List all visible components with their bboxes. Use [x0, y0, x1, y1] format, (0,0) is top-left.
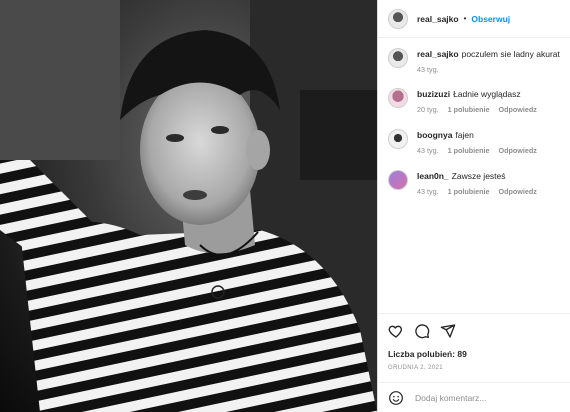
comment-age[interactable]: 20 tyg.	[417, 104, 439, 116]
caption-body: real_sajko poczulem sie ladny akurat 43 t…	[417, 48, 560, 76]
comment-input[interactable]	[413, 391, 557, 404]
header-separator: •	[463, 14, 467, 23]
comment-likes[interactable]: 1 polubienie	[448, 145, 490, 157]
post-modal: real_sajko • Obserwuj real_sajko poczulem…	[0, 0, 570, 412]
author-username[interactable]: real_sajko	[417, 14, 459, 24]
post-photo-artwork	[0, 0, 377, 412]
caption-text: poczulem sie ladny akurat	[461, 49, 560, 59]
comment-avatar[interactable]	[388, 129, 408, 149]
comment-likes[interactable]: 1 polubienie	[448, 104, 490, 116]
comment-body: buzizuzi Ładnie wyglądasz 20 tyg. 1 polub…	[417, 88, 537, 116]
comment-meta: 20 tyg. 1 polubienie Odpowiedz	[417, 104, 537, 116]
comment-username[interactable]: lean0n_	[417, 171, 449, 181]
comment-text: Zawsze jesteś	[451, 171, 506, 181]
caption-row: real_sajko poczulem sie ladny akurat 43 t…	[388, 48, 560, 76]
comment-row: boognya fajen 43 tyg. 1 polubienie Odpowi…	[388, 129, 560, 157]
comment-username[interactable]: boognya	[417, 130, 452, 140]
comment-meta: 43 tyg. 1 polubienie Odpowiedz	[417, 145, 537, 157]
follow-button[interactable]: Obserwuj	[471, 14, 510, 24]
comment-meta: 43 tyg. 1 polubienie Odpowiedz	[417, 186, 537, 198]
comment-username[interactable]: buzizuzi	[417, 89, 450, 99]
comment-age[interactable]: 43 tyg.	[417, 186, 439, 198]
post-header: real_sajko • Obserwuj	[378, 0, 570, 38]
comment-likes[interactable]: 1 polubienie	[448, 186, 490, 198]
action-icons	[388, 322, 561, 339]
share-icon[interactable]	[440, 323, 456, 339]
heart-icon[interactable]	[388, 323, 404, 339]
comment-age[interactable]: 43 tyg.	[417, 145, 439, 157]
likes-count[interactable]: Liczba polubień: 89	[388, 349, 561, 359]
comments-panel: real_sajko • Obserwuj real_sajko poczulem…	[377, 0, 570, 412]
comment-text: fajen	[455, 130, 474, 140]
comment-avatar[interactable]	[388, 88, 408, 108]
comment-row: lean0n_ Zawsze jesteś 43 tyg. 1 polubieni…	[388, 170, 560, 198]
comments-list: real_sajko poczulem sie ladny akurat 43 t…	[378, 38, 570, 198]
comment-icon[interactable]	[414, 323, 430, 339]
reply-button[interactable]: Odpowiedz	[499, 145, 537, 157]
comment-avatar[interactable]	[388, 170, 408, 190]
post-actions: Liczba polubień: 89 GRUDNIA 2, 2021	[378, 313, 570, 371]
comment-text: Ładnie wyglądasz	[453, 89, 521, 99]
post-date[interactable]: GRUDNIA 2, 2021	[388, 365, 561, 371]
reply-button[interactable]: Odpowiedz	[499, 186, 537, 198]
reply-button[interactable]: Odpowiedz	[499, 104, 537, 116]
comment-body: boognya fajen 43 tyg. 1 polubienie Odpowi…	[417, 129, 537, 157]
comment-body: lean0n_ Zawsze jesteś 43 tyg. 1 polubieni…	[417, 170, 537, 198]
author-avatar[interactable]	[388, 8, 408, 29]
caption-username[interactable]: real_sajko	[417, 49, 459, 59]
caption-meta: 43 tyg.	[417, 64, 560, 76]
caption-age[interactable]: 43 tyg.	[417, 64, 439, 76]
comment-row: buzizuzi Ładnie wyglądasz 20 tyg. 1 polub…	[388, 88, 560, 116]
add-comment-bar	[378, 382, 570, 412]
emoji-icon[interactable]	[388, 390, 404, 406]
post-photo[interactable]	[0, 0, 377, 412]
caption-avatar[interactable]	[388, 48, 408, 68]
